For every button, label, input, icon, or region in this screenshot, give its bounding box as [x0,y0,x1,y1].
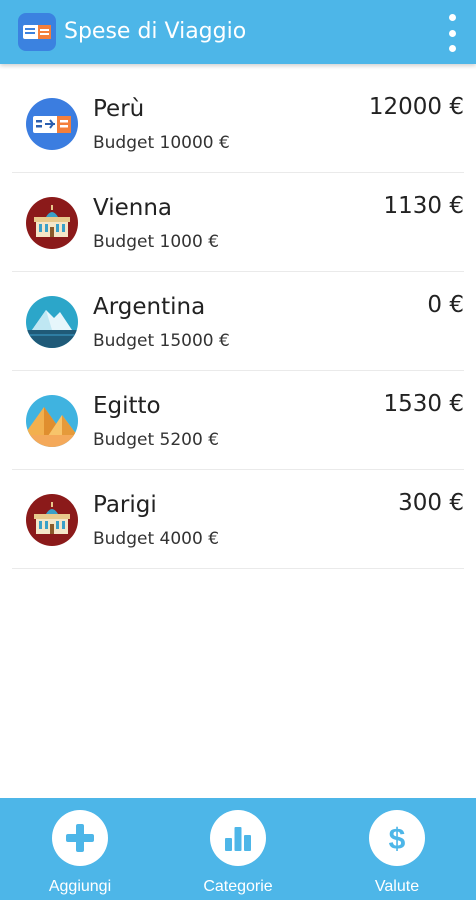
trip-name: Perù [93,96,145,122]
trip-budget: Budget 4000 € [93,529,220,549]
glacier-icon [26,296,78,348]
categories-button[interactable]: Categorie [178,810,298,896]
currencies-button[interactable]: $ Valute [337,810,457,896]
bar-chart-icon [210,810,266,866]
categories-label: Categorie [203,878,273,895]
menu-dot [448,45,456,52]
trip-amount: 0 € [427,292,464,318]
svg-text:$: $ [389,823,406,855]
trip-amount: 1530 € [383,391,464,417]
trip-amount: 300 € [398,490,464,516]
dollar-icon: $ [369,810,425,866]
trip-row-vienna[interactable]: Vienna Budget 1000 € 1130 € [12,173,464,272]
plane-ticket-icon [26,98,78,150]
currencies-label: Valute [374,878,420,895]
trip-name: Parigi [93,492,157,518]
trip-name: Vienna [93,195,173,221]
travel-ticket-icon [18,13,56,51]
trip-amount: 1130 € [383,193,464,219]
trip-amount: 12000 € [368,94,464,120]
add-icon [52,810,108,866]
menu-dot [448,29,456,37]
palace-icon [26,494,78,546]
trip-budget: Budget 10000 € [93,133,230,153]
app-bar: Spese di Viaggio [0,0,476,64]
menu-dot [448,14,456,21]
app-title: Spese di Viaggio [64,19,247,44]
bottom-nav: Aggiungi Categorie $ Valute [0,798,476,900]
trip-row-parigi[interactable]: Parigi Budget 4000 € 300 € [12,470,464,569]
app-screen: Spese di Viaggio Perù Budget 10000 € 120… [0,0,476,900]
trip-row-argentina[interactable]: Argentina Budget 15000 € 0 € [12,272,464,371]
trip-budget: Budget 5200 € [93,430,220,450]
add-label: Aggiungi [48,878,112,895]
more-vert-icon[interactable] [444,14,460,52]
add-button[interactable]: Aggiungi [20,810,140,896]
trip-list: Perù Budget 10000 € 12000 € Vienna Budge… [0,74,476,569]
trip-budget: Budget 15000 € [93,331,230,351]
pyramids-icon [26,395,78,447]
trip-row-egitto[interactable]: Egitto Budget 5200 € 1530 € [12,371,464,470]
palace-icon [26,197,78,249]
trip-budget: Budget 1000 € [93,232,220,252]
trip-name: Egitto [93,393,161,419]
trip-row-peru[interactable]: Perù Budget 10000 € 12000 € [12,74,464,173]
trip-name: Argentina [93,294,206,320]
